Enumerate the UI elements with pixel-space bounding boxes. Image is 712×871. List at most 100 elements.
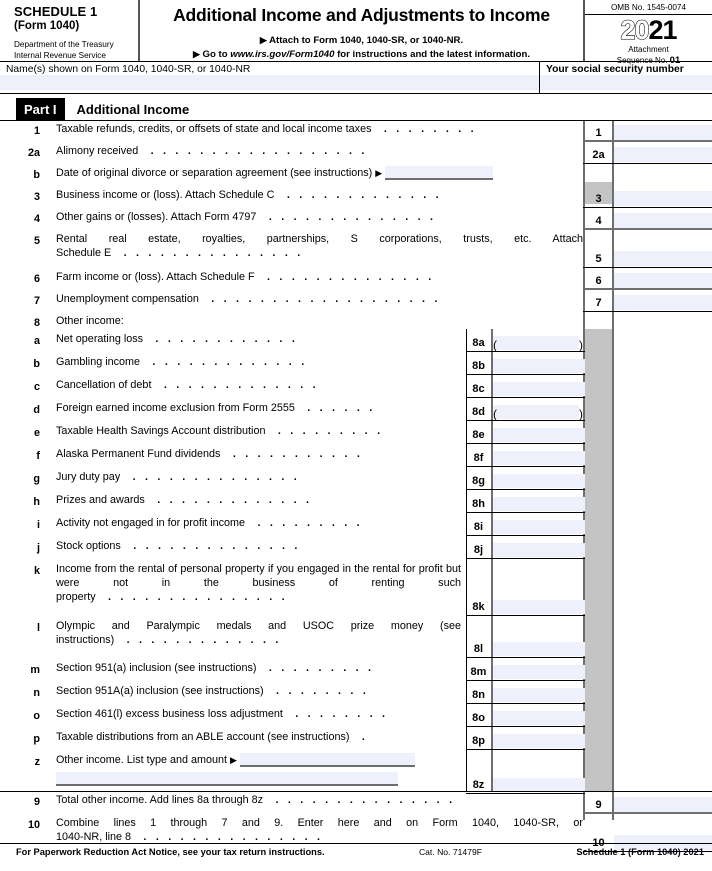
name-input[interactable] — [0, 75, 539, 90]
sub-amount-cell: 8d () — [466, 398, 585, 421]
line-number: i — [37, 519, 40, 531]
sub-amount-input[interactable] — [493, 688, 585, 702]
sub-amount-cell: 8c — [466, 375, 585, 398]
label-text: Farm income or (loss). Attach Schedule F — [56, 271, 255, 283]
label-text-2: property . . . . . . . . . . . . . . . — [56, 591, 288, 603]
triangle-icon: ▶ — [375, 168, 383, 178]
sub-amount-input[interactable] — [493, 778, 585, 792]
sub-amount-input[interactable] — [493, 600, 585, 614]
amount-input[interactable] — [614, 273, 712, 288]
ssn-cell: Your social security number — [540, 62, 712, 93]
sub-amount-cell: 8k — [466, 559, 585, 616]
name-label: Name(s) shown on Form 1040, 1040-SR, or … — [6, 64, 251, 75]
goto-prefix: Go to — [202, 49, 228, 60]
label-text-2: Schedule E . . . . . . . . . . . . . . . — [56, 247, 304, 259]
grid-top-rule — [0, 120, 712, 121]
sub-amount-cell: 8n — [466, 681, 585, 704]
irs-url-link[interactable]: www.irs.gov/Form1040 — [230, 49, 334, 60]
label-text: Other gains or (losses). Attach Form 479… — [56, 211, 257, 223]
leader-dots: . . . . . . . . . . . . . . . — [95, 591, 288, 603]
sub-amount-input[interactable] — [493, 734, 585, 748]
sub-amount-input[interactable] — [493, 642, 585, 656]
leader-dots: . . . . . . . . . . . . . — [114, 634, 282, 646]
table-row: d Foreign earned income exclusion from Fo… — [0, 398, 712, 421]
table-row: b Gambling income . . . . . . . . . . . .… — [0, 352, 712, 375]
table-row: k Income from the rental of personal prop… — [0, 559, 712, 616]
line-label: Net operating loss . . . . . . . . . . .… — [56, 332, 466, 346]
label-text: Olympic and Paralympic medals and USOC p… — [56, 620, 461, 632]
amount-input[interactable] — [614, 251, 712, 266]
sub-amount-input[interactable] — [493, 665, 585, 679]
triangle-icon: ▶ — [230, 755, 237, 765]
line-number: 5 — [33, 235, 40, 247]
line-label: Prizes and awards . . . . . . . . . . . … — [56, 493, 466, 507]
sub-amount-line-number: 8g — [472, 475, 485, 487]
label-text: Taxable Health Savings Account distribut… — [56, 425, 266, 437]
line-number: f — [36, 450, 40, 462]
amount-input[interactable] — [614, 147, 712, 162]
leader-dots: . . . . . . . . . . . . . . — [254, 271, 435, 283]
line-label: Activity not engaged in for profit incom… — [56, 516, 466, 530]
sub-amount-input[interactable] — [493, 382, 585, 396]
table-row: e Taxable Health Savings Account distribu… — [0, 421, 712, 444]
table-row: a Net operating loss . . . . . . . . . . … — [0, 329, 712, 352]
line-number: 7 — [33, 295, 40, 307]
label-text: Net operating loss — [56, 333, 144, 345]
dept-line-1: Department of the Treasury — [14, 40, 114, 49]
sub-amount-input[interactable] — [493, 474, 585, 488]
amount-input[interactable] — [614, 295, 712, 310]
amount-cell: 9 — [583, 791, 712, 814]
line-label: Alimony received . . . . . . . . . . . .… — [56, 144, 586, 158]
line-number: 8 — [33, 317, 40, 329]
other-income-type-input[interactable] — [239, 753, 415, 768]
line-label: Total other income. Add lines 8a through… — [56, 793, 586, 807]
attach-instruction-text: Attach to Form 1040, 1040-SR, or 1040-NR… — [269, 35, 464, 46]
amount-line-number: 5 — [595, 253, 602, 265]
other-income-type-input-2[interactable] — [56, 772, 398, 787]
label-text: Unemployment compensation — [56, 293, 199, 305]
ssn-input[interactable] — [540, 75, 712, 90]
identity-row: Name(s) shown on Form 1040, 1040-SR, or … — [0, 62, 712, 94]
amount-input[interactable] — [614, 191, 712, 206]
sub-column-bottom-rule — [466, 791, 585, 792]
close-paren: ) — [579, 338, 583, 352]
table-row: i Activity not engaged in for profit inco… — [0, 513, 712, 536]
line-number: p — [33, 733, 40, 745]
sub-amount-cell: 8i — [466, 513, 585, 536]
amount-input[interactable] — [614, 213, 712, 228]
sub-amount-line-number: 8o — [472, 712, 485, 724]
table-row: b Date of original divorce or separation … — [0, 164, 712, 186]
divorce-date-input[interactable] — [385, 166, 494, 181]
line-number: 2a — [27, 147, 40, 159]
sub-amount-line-number: 8l — [473, 643, 484, 655]
leader-dots: . . . . . . . . — [263, 685, 370, 697]
sub-amount-input[interactable] — [493, 520, 585, 534]
footer-form-ref: Schedule 1 (Form 1040) 2021 — [576, 846, 704, 857]
line-label: Other income. List type and amount ▶ — [56, 753, 466, 787]
label-text: Section 951(a) inclusion (see instructio… — [56, 662, 257, 674]
table-row: n Section 951A(a) inclusion (see instruct… — [0, 681, 712, 704]
goto-suffix: for instructions and the latest informat… — [337, 49, 531, 60]
sub-amount-input[interactable] — [493, 336, 579, 350]
sub-amount-line-number: 8p — [472, 735, 485, 747]
attachment-label: Attachment — [628, 45, 669, 55]
sub-amount-input[interactable] — [493, 428, 585, 442]
sub-amount-input[interactable] — [493, 359, 585, 373]
sub-amount-input[interactable] — [493, 451, 585, 465]
amount-input[interactable] — [614, 125, 712, 140]
line-label: Section 461(l) excess business loss adju… — [56, 707, 466, 721]
sub-amount-input[interactable] — [493, 497, 585, 511]
label-text: Alaska Permanent Fund dividends — [56, 448, 221, 460]
amount-input[interactable] — [614, 797, 712, 812]
sub-amount-input[interactable] — [493, 405, 579, 419]
sub-amount-input[interactable] — [493, 711, 585, 725]
line-number: o — [33, 710, 40, 722]
leader-dots: . . . . . . . . . — [265, 425, 384, 437]
line-number: m — [30, 664, 40, 676]
line-number: d — [33, 404, 40, 416]
line-label: Other gains or (losses). Attach Form 479… — [56, 210, 586, 224]
line-number: a — [33, 335, 40, 347]
leader-dots: . . . . . . . . . . . . . . — [256, 211, 437, 223]
sub-amount-input[interactable] — [493, 543, 585, 557]
label-text: Section 951A(a) inclusion (see instructi… — [56, 685, 264, 697]
